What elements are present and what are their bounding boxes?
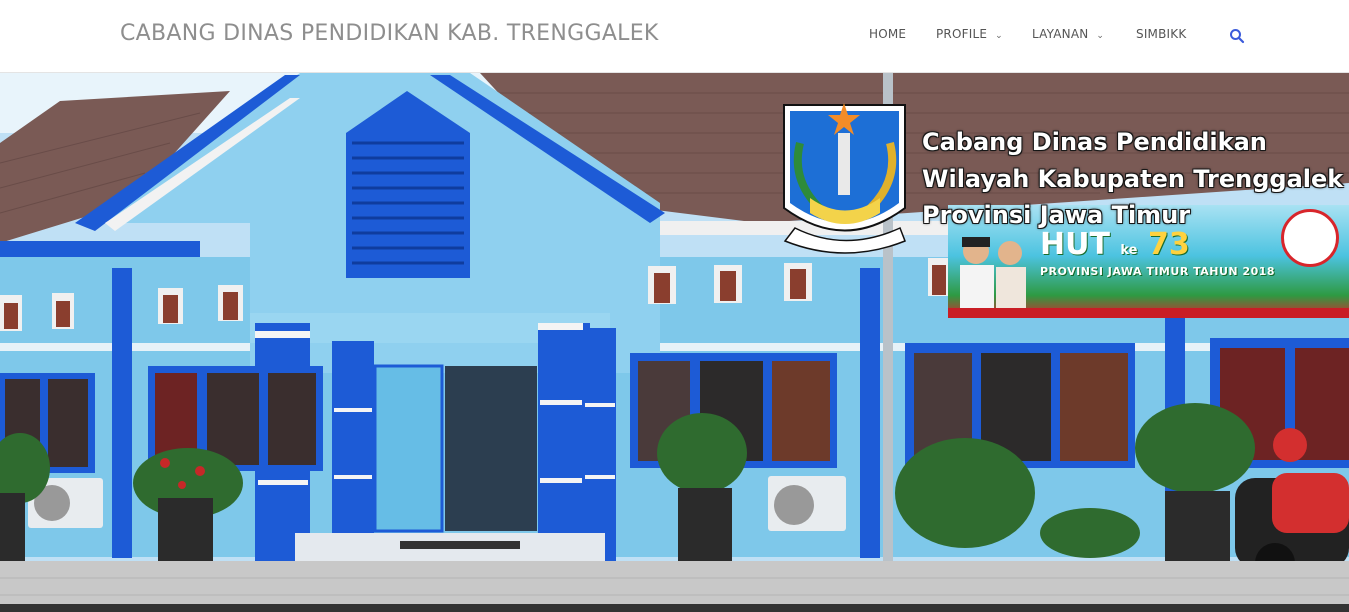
nav-simbikk-label: SIMBIKK	[1136, 27, 1187, 41]
banner-hut-text: HUT	[1040, 227, 1110, 262]
nav-home-label: HOME	[869, 27, 907, 41]
nav-profile[interactable]: PROFILE ⌄	[936, 27, 1003, 41]
hero-banner-image: Cabang Dinas Pendidikan Wilayah Kabupate…	[0, 73, 1349, 612]
hero-title-line-3: Provinsi Jawa Timur	[922, 201, 1191, 229]
banner-subtitle: PROVINSI JAWA TIMUR TAHUN 2018	[1040, 265, 1276, 278]
site-brand[interactable]: CABANG DINAS PENDIDIKAN KAB. TRENGGALEK	[120, 21, 659, 46]
banner-number: 73	[1147, 227, 1190, 262]
anniversary-logo-icon	[1281, 209, 1339, 267]
chevron-down-icon: ⌄	[1096, 31, 1105, 41]
nav-layanan[interactable]: LAYANAN ⌄	[1032, 27, 1104, 41]
hero-title-line-1: Cabang Dinas Pendidikan	[922, 128, 1267, 156]
nav-profile-label: PROFILE	[936, 27, 988, 41]
nav-simbikk[interactable]: SIMBIKK	[1136, 27, 1186, 41]
nav-home[interactable]: HOME	[869, 27, 906, 41]
banner-ke-text: ke	[1120, 243, 1138, 258]
banner-portrait-image	[948, 223, 1036, 318]
search-icon[interactable]	[1229, 28, 1245, 44]
hero-title-line-2: Wilayah Kabupaten Trenggalek	[922, 165, 1344, 193]
site-header: CABANG DINAS PENDIDIKAN KAB. TRENGGALEK …	[0, 0, 1349, 73]
banner-headline: HUT ke 73	[1040, 227, 1190, 262]
chevron-down-icon: ⌄	[995, 31, 1003, 41]
banner-footer-strip	[948, 308, 1349, 318]
nav-layanan-label: LAYANAN	[1032, 27, 1089, 41]
